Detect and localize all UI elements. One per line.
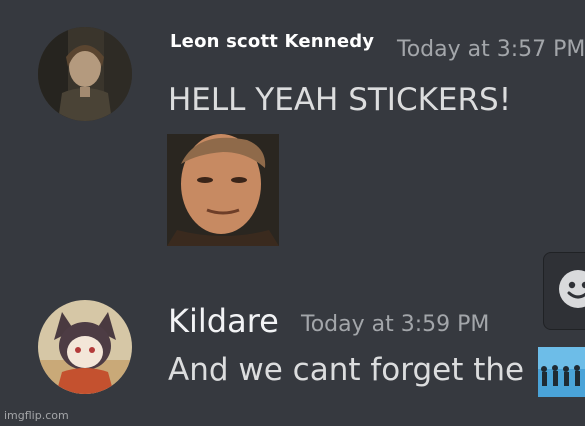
avatar[interactable]: [38, 27, 132, 121]
add-reaction-button[interactable]: [543, 252, 585, 330]
message-text: HELL YEAH STICKERS!: [168, 82, 512, 118]
avatar[interactable]: [38, 300, 132, 394]
sticker[interactable]: [167, 134, 279, 246]
timestamp: Today at 3:59 PM: [301, 312, 490, 337]
message-text: And we cant forget the: [168, 352, 525, 388]
watermark: imgflip.com: [4, 409, 69, 422]
timestamp: Today at 3:57 PM: [397, 37, 585, 62]
inline-image[interactable]: [538, 347, 585, 397]
smile-icon: [559, 270, 585, 308]
username[interactable]: Leon scott Kennedy: [170, 31, 374, 52]
chat-message-list: Leon scott Kennedy Today at 3:57 PM HELL…: [0, 0, 585, 426]
username[interactable]: Kildare: [168, 302, 279, 340]
